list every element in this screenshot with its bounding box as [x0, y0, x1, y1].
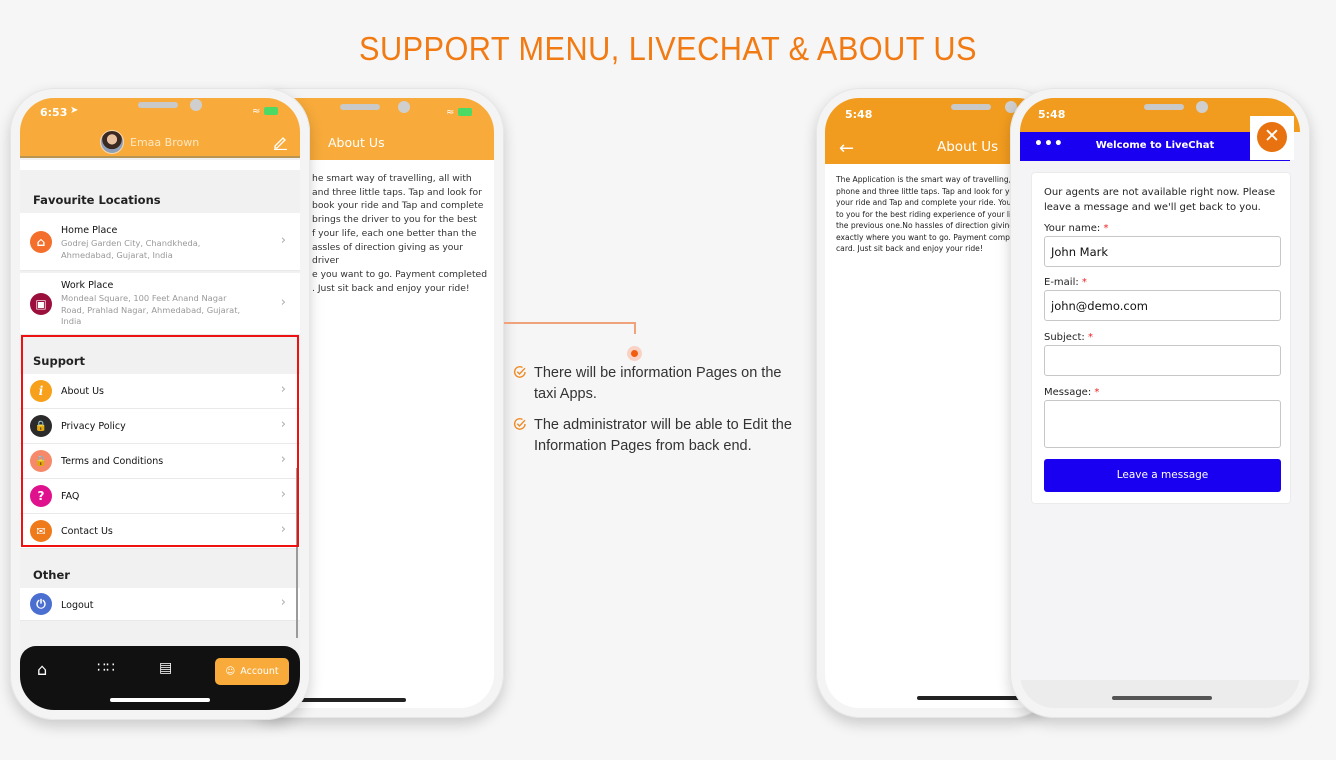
tab-account-label: Account — [240, 666, 279, 677]
profile-name: Emaa Brown — [130, 135, 200, 149]
tab-home-icon[interactable]: ⌂ — [37, 660, 47, 679]
chevron-right-icon: › — [280, 233, 286, 248]
wifi-icon: ≈ — [252, 106, 261, 117]
text-line: assles of direction giving as your drive… — [312, 241, 464, 267]
text-line: book your ride and Tap and complete — [312, 200, 484, 212]
status-time: 5:48 — [1038, 108, 1066, 121]
feature-bullet-text: The administrator will be able to Edit t… — [534, 417, 792, 454]
text-line: he smart way of travelling, all with — [312, 173, 472, 184]
profile-header[interactable]: Emaa Brown — [100, 130, 199, 154]
back-arrow-icon[interactable]: ← — [839, 138, 854, 159]
required-mark: * — [1081, 277, 1087, 288]
about-us-title: About Us — [328, 135, 385, 150]
connector-dot-inner — [631, 350, 638, 357]
subject-field[interactable] — [1044, 345, 1281, 376]
wifi-icon: ≈ — [446, 107, 455, 118]
message-label-text: Message: — [1044, 387, 1092, 398]
message-field[interactable] — [1044, 400, 1281, 448]
support-highlight-box — [21, 335, 299, 547]
name-label-text: Your name: — [1044, 223, 1101, 234]
connector-line — [634, 322, 636, 334]
feature-bullet: There will be information Pages on the t… — [513, 363, 803, 405]
home-indicator — [110, 698, 210, 702]
location-arrow-icon: ➤ — [70, 105, 79, 116]
speaker — [138, 102, 178, 108]
livechat-phone: 5:48 ••• Welcome to LiveChat ✕ Our agent… — [1010, 88, 1310, 718]
page-title: SUPPORT MENU, LIVECHAT & ABOUT US — [359, 30, 977, 67]
status-icons: ≈ — [446, 107, 472, 118]
favourite-address: Mondeal Square, 100 Feet Anand Nagar Roa… — [61, 293, 241, 326]
favourite-label: Work Place — [61, 280, 114, 291]
favourite-address: Godrej Garden City, Chandkheda, Ahmedaba… — [61, 238, 201, 260]
leave-message-button[interactable]: Leave a message — [1044, 459, 1281, 492]
text-line: and three little taps. Tap and look for — [312, 186, 482, 198]
work-pin-icon: ▣ — [30, 293, 52, 315]
favourite-label: Home Place — [61, 225, 118, 236]
speaker — [340, 104, 380, 110]
message-label: Message: * — [1044, 387, 1099, 398]
other-item-logout[interactable]: ⏻ Logout › — [20, 588, 300, 621]
avatar — [100, 130, 124, 154]
feature-bullet-text: There will be information Pages on the t… — [534, 365, 782, 402]
camera — [1196, 101, 1208, 113]
favourite-locations-heading: Favourite Locations — [33, 193, 161, 207]
name-label: Your name: * — [1044, 223, 1108, 234]
name-field[interactable]: John Mark — [1044, 236, 1281, 267]
favourite-home[interactable]: ⌂ Home Place Godrej Garden City, Chandkh… — [20, 213, 300, 271]
email-field[interactable]: john@demo.com — [1044, 290, 1281, 321]
agents-unavailable-notice: Our agents are not available right now. … — [1044, 187, 1276, 213]
feature-bullet: The administrator will be able to Edit t… — [513, 415, 803, 457]
favourite-work[interactable]: ▣ Work Place Mondeal Square, 100 Feet An… — [20, 273, 300, 335]
chevron-right-icon: › — [280, 295, 286, 310]
livechat-screen: 5:48 ••• Welcome to LiveChat ✕ Our agent… — [1020, 98, 1300, 708]
subject-label-text: Subject: — [1044, 332, 1085, 343]
chevron-right-icon: › — [280, 595, 286, 610]
account-topbar: 6:53 ➤ ≈ Emaa Brown — [20, 98, 300, 158]
camera — [190, 99, 202, 111]
status-icons: ≈ — [252, 106, 278, 117]
speaker — [1144, 104, 1184, 110]
required-mark: * — [1087, 332, 1093, 343]
connector-line — [504, 322, 636, 324]
tab-grid-icon[interactable]: ∷∷ — [97, 660, 115, 676]
check-circle-icon — [513, 366, 526, 378]
battery-icon — [457, 108, 472, 116]
required-mark: * — [1103, 223, 1109, 234]
email-label: E-mail: * — [1044, 277, 1087, 288]
scrolled-row-edge — [20, 160, 300, 170]
leave-message-form: Our agents are not available right now. … — [1031, 172, 1291, 504]
bottom-tab-bar: ⌂ ∷∷ ▤ ☺ Account — [20, 646, 300, 710]
home-indicator — [288, 698, 406, 702]
other-heading: Other — [33, 568, 70, 582]
tab-account[interactable]: ☺ Account — [215, 658, 289, 685]
text-line: e you want to go. Payment completed — [312, 268, 488, 280]
battery-icon — [263, 107, 278, 115]
text-line: . Just sit back and enjoy your ride! — [312, 282, 470, 294]
edit-pencil-icon[interactable] — [272, 134, 288, 150]
text-line: f your life, each one better than the — [312, 227, 477, 239]
status-time: 5:48 — [845, 108, 873, 121]
other-item-label: Logout — [61, 600, 94, 611]
status-time: 6:53 — [40, 106, 68, 119]
subject-label: Subject: * — [1044, 332, 1093, 343]
check-circle-icon — [513, 418, 526, 430]
close-button-wrap: ✕ — [1250, 116, 1294, 160]
home-pin-icon: ⌂ — [30, 231, 52, 253]
text-line: brings the driver to you for the best — [312, 214, 477, 226]
about-us-body: he smart way of travelling, all with and… — [312, 172, 492, 295]
required-mark: * — [1094, 387, 1100, 398]
speaker — [951, 104, 991, 110]
about-us-title: About Us — [937, 139, 999, 155]
home-indicator — [1112, 696, 1212, 700]
close-icon[interactable]: ✕ — [1257, 122, 1287, 152]
tab-checklist-icon[interactable]: ▤ — [159, 660, 172, 676]
user-icon: ☺ — [225, 666, 236, 677]
power-icon: ⏻ — [30, 593, 52, 615]
bottom-bar — [1020, 680, 1300, 708]
email-label-text: E-mail: — [1044, 277, 1079, 288]
camera — [398, 101, 410, 113]
